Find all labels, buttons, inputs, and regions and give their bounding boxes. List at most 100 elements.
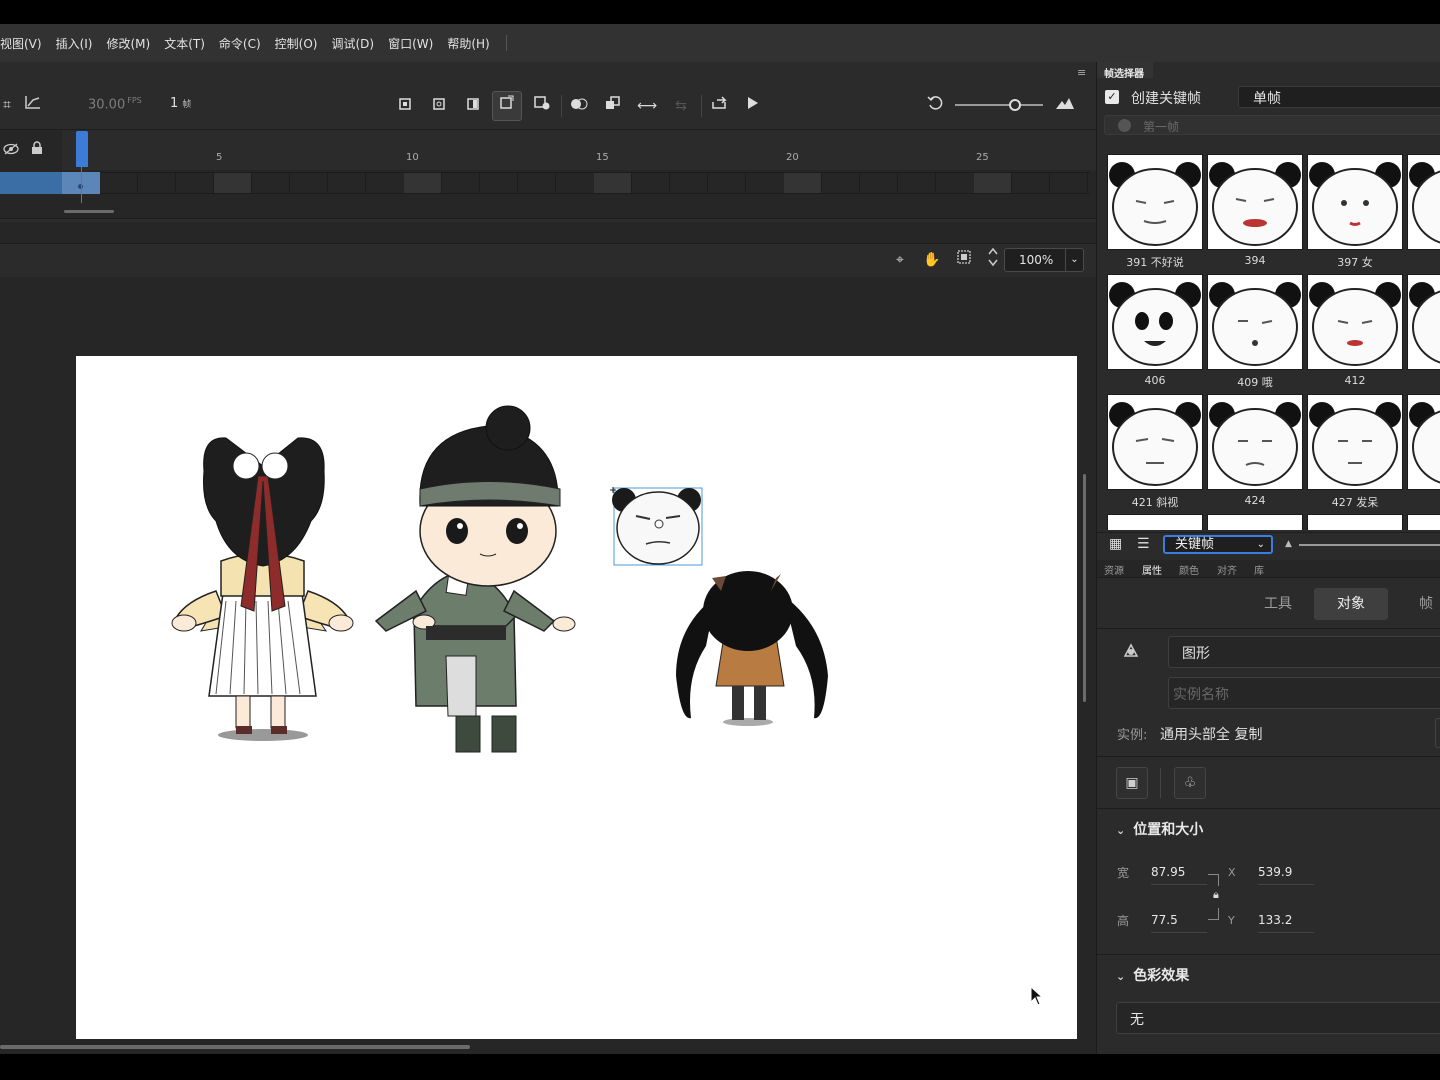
frame-cell[interactable]: [822, 173, 860, 193]
frame-cell[interactable]: [518, 173, 556, 193]
color-effect-select[interactable]: 无: [1116, 1002, 1440, 1034]
sync-icon[interactable]: ⟷: [634, 93, 660, 119]
menu-insert[interactable]: 插入(I): [56, 35, 93, 52]
frame-thumbnail[interactable]: [1207, 154, 1303, 250]
frame-thumbnail[interactable]: [1407, 394, 1440, 490]
timeline-scrollbar[interactable]: [64, 210, 114, 213]
grid-view-icon[interactable]: ▦: [1109, 536, 1127, 552]
frame-thumbnail[interactable]: [1407, 274, 1440, 370]
menu-view[interactable]: 视图(V): [0, 35, 42, 52]
onion-skin-icon[interactable]: [566, 93, 592, 119]
frame-thumbnail[interactable]: [1107, 154, 1203, 250]
tab-assets[interactable]: 资源: [1104, 562, 1124, 577]
chevron-down-icon[interactable]: ⌄: [1065, 249, 1083, 271]
frame-mode-select[interactable]: 单帧: [1238, 86, 1440, 108]
frame-cell[interactable]: [214, 173, 252, 193]
frame-cell[interactable]: [1012, 173, 1050, 193]
frame-thumbnail[interactable]: [1407, 154, 1440, 250]
zoom-select[interactable]: 100% ⌄: [1004, 248, 1084, 272]
hand-icon[interactable]: ✋: [919, 247, 945, 273]
playhead[interactable]: [76, 131, 88, 167]
timeline-zoom-knob[interactable]: [1009, 99, 1021, 111]
auto-keyframe-icon[interactable]: [492, 91, 522, 121]
create-keyframe-checkbox[interactable]: ✓: [1105, 90, 1119, 104]
selected-layer[interactable]: [0, 172, 62, 194]
snap-icon[interactable]: ⌖: [887, 247, 913, 273]
segment-tools[interactable]: 工具: [1258, 588, 1298, 620]
first-frame-option[interactable]: 第一帧: [1104, 115, 1440, 135]
paste-icon[interactable]: ⇆: [668, 93, 694, 119]
frame-cell[interactable]: [480, 173, 518, 193]
frame-thumbnail[interactable]: [1407, 514, 1440, 530]
insert-keyframe-icon[interactable]: [392, 93, 418, 119]
undo-icon[interactable]: [922, 93, 948, 119]
keyframe-filter-select[interactable]: 关键帧 ⌄: [1163, 535, 1273, 554]
visibility-icon[interactable]: [0, 138, 24, 164]
menu-control[interactable]: 控制(O): [275, 35, 318, 52]
menu-debug[interactable]: 调试(D): [331, 35, 374, 52]
fps-display[interactable]: 30.00 FPS: [88, 96, 142, 112]
segment-object[interactable]: 对象: [1314, 588, 1388, 620]
first-frame-radio[interactable]: [1118, 119, 1131, 132]
frame-cell[interactable]: [252, 173, 290, 193]
segment-frame[interactable]: 帧: [1412, 588, 1440, 620]
list-view-icon[interactable]: ☰: [1137, 536, 1155, 552]
timeline-ruler[interactable]: 5 10 15 20 25: [62, 130, 1096, 170]
frame-thumbnail[interactable]: [1207, 274, 1303, 370]
edit-multiple-frames-icon[interactable]: [600, 93, 626, 119]
frame-cell[interactable]: [176, 173, 214, 193]
current-frame-display[interactable]: 1帧: [170, 96, 191, 111]
frame-cell[interactable]: [898, 173, 936, 193]
timeline-zoom-slider[interactable]: [955, 104, 1043, 106]
tab-properties[interactable]: 属性: [1142, 562, 1162, 577]
width-field[interactable]: 87.95: [1151, 865, 1207, 885]
loop-icon[interactable]: [706, 93, 732, 119]
clear-keyframe-icon[interactable]: [529, 93, 555, 119]
tab-library[interactable]: 库: [1254, 562, 1264, 577]
menu-window[interactable]: 窗口(W): [388, 35, 433, 52]
instance-name-input[interactable]: 实例名称: [1168, 677, 1440, 709]
frame-cell[interactable]: [974, 173, 1012, 193]
menu-help[interactable]: 帮助(H): [447, 35, 489, 52]
frame-thumbnail[interactable]: [1107, 394, 1203, 490]
frame-thumbnail[interactable]: [1307, 394, 1403, 490]
frame-thumbnail[interactable]: [1107, 514, 1203, 530]
frame-cell[interactable]: [138, 173, 176, 193]
edit-symbol-icon[interactable]: ▣: [1116, 767, 1148, 799]
frame-thumbnail[interactable]: [1207, 514, 1303, 530]
menu-text[interactable]: 文本(T): [164, 35, 205, 52]
x-field[interactable]: 539.9: [1258, 865, 1314, 885]
panel-menu-icon[interactable]: ≡: [1077, 66, 1086, 79]
menu-commands[interactable]: 命令(C): [219, 35, 261, 52]
frame-cell[interactable]: [290, 173, 328, 193]
height-field[interactable]: 77.5: [1151, 913, 1207, 933]
stage-vertical-scrollbar[interactable]: [1083, 474, 1086, 702]
frame-thumbnail[interactable]: [1307, 274, 1403, 370]
clip-content-icon[interactable]: [951, 247, 977, 273]
frame-cell[interactable]: [1050, 173, 1088, 193]
swap-symbol-icon[interactable]: ♧: [1174, 767, 1206, 799]
y-field[interactable]: 133.2: [1258, 913, 1314, 933]
mountain-icon[interactable]: [1052, 93, 1078, 119]
fit-stepper-icon[interactable]: [980, 247, 1006, 273]
tab-align[interactable]: 对齐: [1217, 562, 1237, 577]
swap-symbol-button[interactable]: [1435, 718, 1440, 748]
symbol-type-select[interactable]: 图形: [1168, 636, 1440, 668]
frame-cell[interactable]: [404, 173, 442, 193]
menu-modify[interactable]: 修改(M): [106, 35, 150, 52]
frame-cell[interactable]: [328, 173, 366, 193]
graph-icon[interactable]: [20, 92, 46, 118]
thumbnail-size-slider[interactable]: [1299, 544, 1440, 546]
insert-blank-keyframe-icon[interactable]: [426, 93, 452, 119]
stage-horizontal-scrollbar[interactable]: [0, 1045, 470, 1049]
frame-cell[interactable]: [594, 173, 632, 193]
frame-track[interactable]: [62, 172, 1090, 194]
frame-cell[interactable]: [708, 173, 746, 193]
frame-cell[interactable]: [632, 173, 670, 193]
frame-thumbnail[interactable]: [1307, 154, 1403, 250]
tab-color[interactable]: 颜色: [1179, 562, 1199, 577]
stage-canvas[interactable]: [76, 356, 1077, 1039]
position-size-header[interactable]: ⌄ 位置和大小: [1116, 819, 1203, 839]
play-icon[interactable]: [740, 93, 766, 119]
layer-hierarchy-icon[interactable]: ⌗: [0, 92, 20, 118]
